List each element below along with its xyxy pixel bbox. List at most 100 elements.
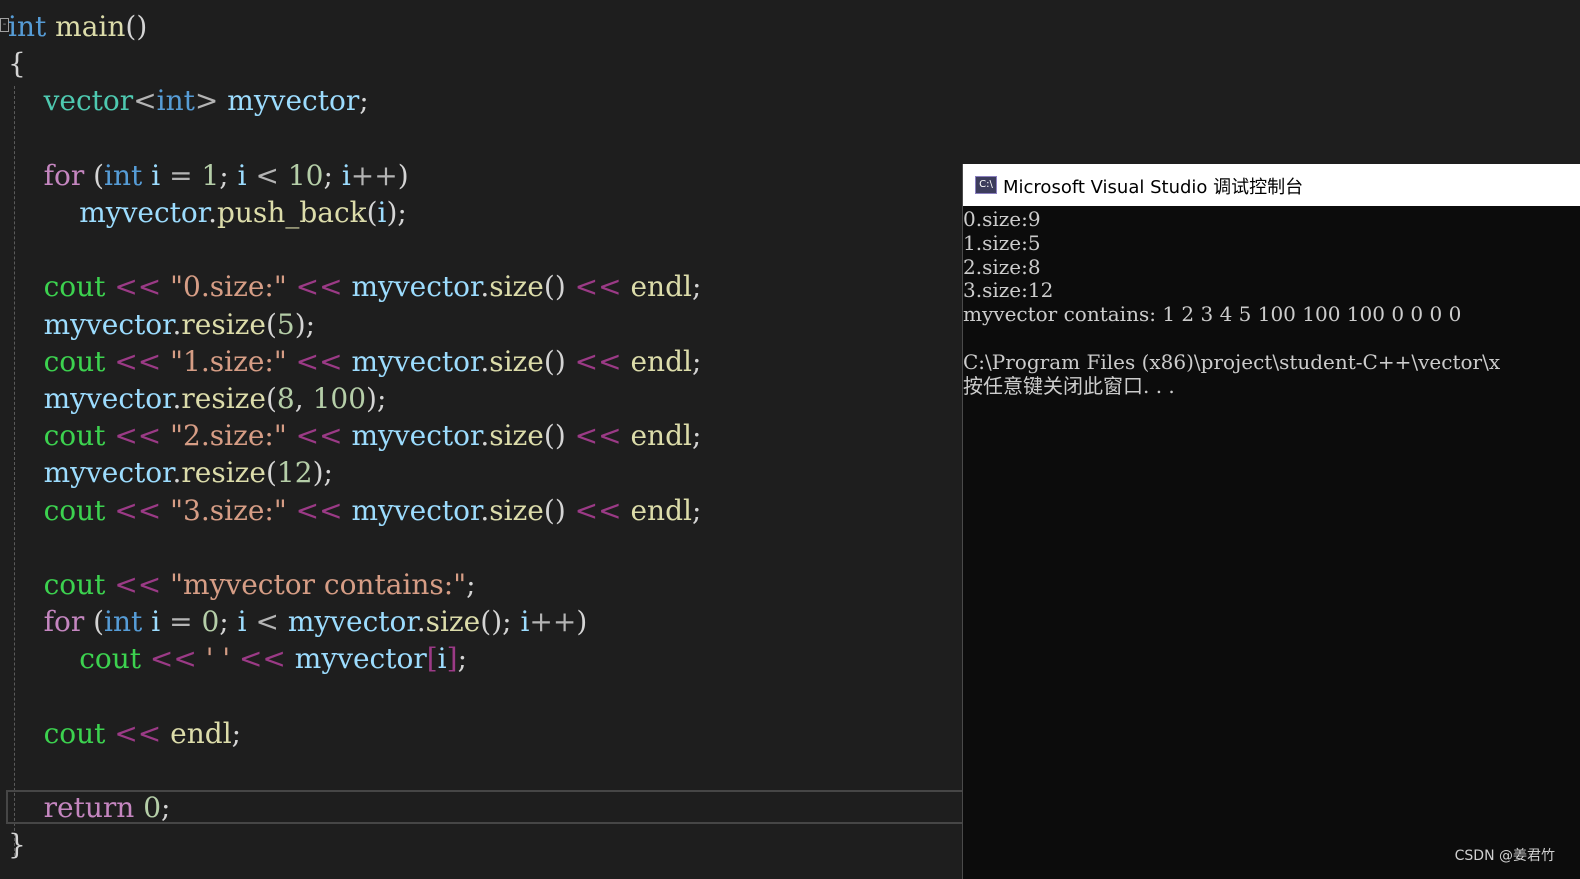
code-token: <<: [105, 270, 171, 304]
code-token: =: [169, 605, 193, 639]
code-token: .: [480, 419, 490, 453]
code-token: (: [265, 456, 277, 490]
code-token: (: [84, 605, 105, 639]
code-line[interactable]: for (int i = 1; i < 10; i++): [8, 157, 409, 194]
code-line[interactable]: }: [8, 826, 26, 863]
code-token: .: [480, 493, 490, 527]
code-token: myvector: [351, 270, 481, 304]
code-token: 0: [201, 605, 220, 639]
code-line[interactable]: myvector.resize(5);: [8, 306, 316, 343]
code-line[interactable]: for (int i = 0; i < myvector.size(); i++…: [8, 603, 588, 640]
code-token: "3.size:": [170, 493, 287, 527]
code-token: ;: [691, 344, 702, 378]
code-line[interactable]: cout << ' ' << myvector[i];: [8, 640, 467, 677]
code-token: i: [142, 605, 170, 639]
code-token: main: [55, 10, 126, 43]
console-output[interactable]: 0.size:9 1.size:5 2.size:8 3.size:12 myvecto…: [963, 207, 1580, 398]
code-token: .: [208, 196, 217, 229]
console-line: 2.size:8: [963, 254, 1041, 279]
code-token: <<: [286, 344, 352, 378]
code-line[interactable]: cout << "0.size:" << myvector.size() << …: [8, 268, 702, 305]
code-line[interactable]: cout << "2.size:" << myvector.size() << …: [8, 417, 702, 454]
code-token: (: [265, 307, 277, 341]
code-token: ++: [529, 605, 577, 639]
code-line[interactable]: {: [8, 45, 26, 82]
code-token: resize: [181, 456, 266, 490]
code-token: size: [425, 605, 481, 639]
code-token: 10: [287, 158, 324, 192]
code-token: myvector: [43, 382, 173, 415]
code-token: myvector: [43, 456, 173, 490]
code-token: (): [543, 344, 566, 378]
code-token: cout: [43, 716, 106, 750]
code-line[interactable]: cout << "myvector contains:";: [8, 566, 476, 603]
code-token: myvector: [218, 84, 360, 118]
code-token: i: [377, 196, 387, 229]
code-token: ();: [480, 605, 521, 639]
code-token: (): [543, 419, 566, 453]
code-token: <<: [286, 493, 352, 527]
code-token: (: [366, 196, 378, 229]
code-token: i: [341, 158, 351, 192]
code-token: ]: [446, 642, 458, 676]
code-token: <<: [565, 493, 631, 527]
code-token: ' ': [205, 642, 231, 676]
code-line[interactable]: cout << endl;: [8, 715, 241, 752]
code-token: <: [246, 158, 288, 192]
code-token: cout: [79, 642, 142, 676]
code-line[interactable]: myvector.push_back(i);: [8, 194, 407, 231]
code-token: i: [437, 642, 447, 676]
code-editor[interactable]: - int main(){ vector<int> myvector; for …: [0, 0, 970, 879]
debug-console-window[interactable]: C:\ Microsoft Visual Studio 调试控制台 0.size…: [962, 164, 1580, 879]
code-token: );: [386, 196, 407, 229]
code-line[interactable]: vector<int> myvector;: [8, 82, 369, 119]
code-token: <<: [565, 270, 631, 304]
code-token: {: [8, 47, 26, 81]
code-token: myvector: [287, 605, 417, 639]
code-token: );: [294, 307, 316, 341]
code-line[interactable]: cout << "3.size:" << myvector.size() << …: [8, 492, 702, 529]
code-token: ;: [691, 493, 702, 527]
code-token: }: [8, 828, 26, 862]
code-token: ;: [691, 419, 702, 453]
code-line[interactable]: int main(): [8, 8, 147, 45]
code-line[interactable]: myvector.resize(12);: [8, 454, 333, 491]
code-token: 1: [201, 158, 220, 192]
code-line[interactable]: return 0;: [8, 789, 171, 826]
code-token: );: [366, 382, 387, 415]
code-token: "myvector contains:": [170, 568, 467, 601]
code-token: <: [246, 605, 288, 639]
code-token: cout: [43, 419, 106, 453]
code-token: i: [237, 158, 247, 192]
code-token: myvector: [351, 493, 481, 527]
console-line: 1.size:5: [963, 230, 1041, 255]
code-token: <<: [230, 642, 295, 676]
code-token: .: [480, 270, 490, 304]
code-line[interactable]: cout << "1.size:" << myvector.size() << …: [8, 343, 702, 380]
code-token: endl: [630, 270, 692, 304]
code-token: 0: [143, 791, 162, 825]
code-token: "0.size:": [170, 270, 287, 304]
code-line[interactable]: myvector.resize(8, 100);: [8, 380, 387, 417]
code-token: endl: [630, 344, 692, 378]
code-token: i: [237, 605, 247, 639]
code-token: for: [43, 158, 85, 192]
code-token: for: [43, 605, 85, 639]
code-token: 100: [312, 382, 367, 415]
code-token: [: [426, 642, 438, 676]
code-token: myvector: [351, 419, 481, 453]
code-token: myvector: [351, 344, 481, 378]
code-token: (): [543, 493, 566, 527]
code-token: myvector: [43, 307, 173, 341]
console-titlebar[interactable]: C:\ Microsoft Visual Studio 调试控制台: [963, 164, 1580, 206]
console-line: C:\Program Files (x86)\project\student-C…: [963, 349, 1501, 374]
